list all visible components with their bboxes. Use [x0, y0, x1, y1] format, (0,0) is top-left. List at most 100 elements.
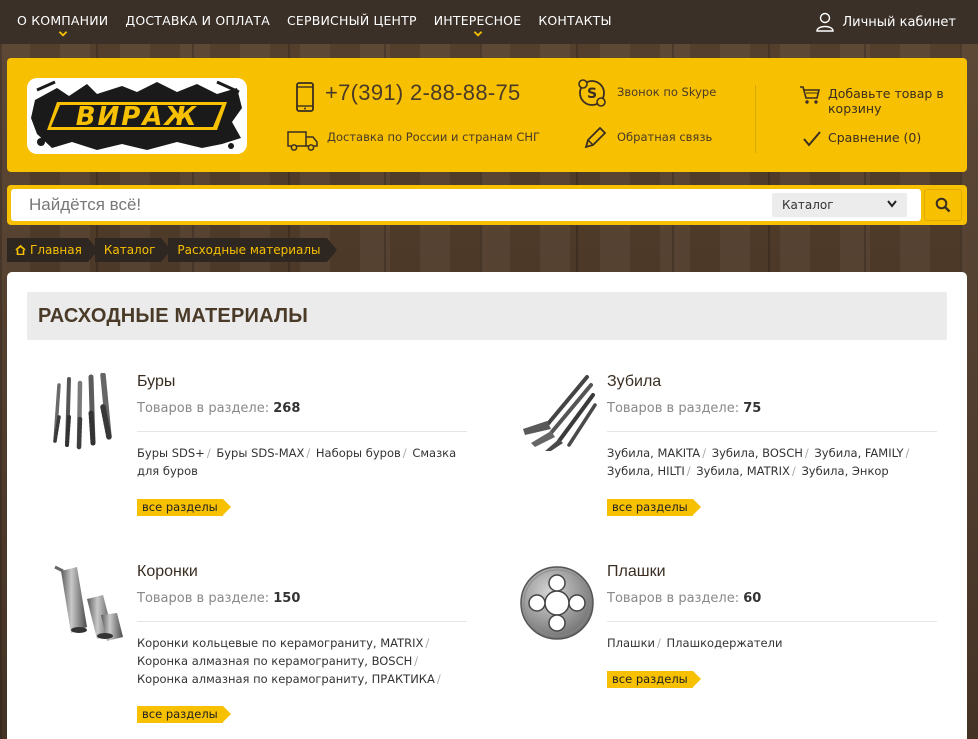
count-value: 60: [743, 591, 762, 606]
breadcrumb-label: Главная: [30, 243, 82, 257]
pen-icon: [584, 126, 607, 149]
delivery-info[interactable]: Доставка по России и странам СНГ: [327, 130, 540, 144]
nav-item-company[interactable]: О КОМПАНИИ: [17, 0, 108, 44]
subcategory-link[interactable]: Буры SDS-MAX: [216, 446, 304, 460]
divider: [137, 431, 467, 432]
subcategory-link[interactable]: Зубила, MAKITA: [607, 446, 700, 460]
breadcrumb-home[interactable]: Главная: [7, 238, 98, 262]
separator: /: [905, 446, 910, 460]
divider: [755, 85, 756, 153]
page-title: РАСХОДНЫЕ МАТЕРИАЛЫ: [38, 305, 308, 327]
all-sections-button[interactable]: все разделы: [137, 499, 231, 516]
checkmark-icon: [803, 131, 821, 147]
nav-item-interesting[interactable]: ИНТЕРЕСНОЕ: [434, 0, 522, 44]
separator: /: [657, 636, 661, 650]
category-select[interactable]: Каталог: [772, 193, 907, 217]
home-icon: [15, 245, 26, 255]
separator: /: [206, 446, 211, 460]
separator: /: [402, 446, 407, 460]
nav-item-contacts[interactable]: КОНТАКТЫ: [538, 0, 611, 44]
user-icon: [816, 12, 835, 32]
separator: /: [414, 654, 419, 668]
skype-call-link[interactable]: Звонок по Skype: [617, 85, 716, 99]
all-sections-button[interactable]: все разделы: [607, 671, 701, 688]
separator: /: [791, 464, 796, 478]
divider: [607, 431, 937, 432]
category-select-value: Каталог: [782, 198, 834, 212]
subcategory-link[interactable]: Коронка алмазная по керамограниту, BOSCH: [137, 654, 412, 668]
top-nav: О КОМПАНИИ ДОСТАВКА И ОПЛАТА СЕРВИСНЫЙ Ц…: [0, 0, 978, 44]
count-label: Товаров в разделе:: [137, 591, 270, 606]
search-icon: [935, 197, 951, 213]
main-content: РАСХОДНЫЕ МАТЕРИАЛЫ Буры Товаров в разде…: [7, 272, 967, 739]
category-name[interactable]: Коронки: [137, 563, 198, 581]
drill-bits-image[interactable]: [47, 373, 127, 453]
core-bits-image[interactable]: [47, 563, 127, 643]
nav-item-label: КОНТАКТЫ: [538, 13, 612, 28]
nav-item-label: ИНТЕРЕСНОЕ: [433, 13, 522, 28]
account-link[interactable]: Личный кабинет: [816, 0, 956, 44]
svg-text:ВИРАЖ: ВИРАЖ: [76, 102, 199, 132]
category-name[interactable]: Зубила: [607, 373, 661, 391]
count-value: 268: [273, 401, 301, 416]
subcategory-link[interactable]: Наборы буров: [316, 446, 401, 460]
svg-text:S: S: [587, 86, 597, 102]
chevron-down-icon: [473, 31, 482, 37]
count-label: Товаров в разделе:: [607, 401, 740, 416]
breadcrumb-catalog[interactable]: Каталог: [94, 238, 171, 262]
subcategory-link[interactable]: Зубила, HILTI: [607, 464, 685, 478]
subcategory-list: Коронки кольцевые по керамограниту, MATR…: [137, 634, 467, 688]
category-name[interactable]: Плашки: [607, 563, 666, 581]
subcategory-link[interactable]: Коронки кольцевые по керамограниту, MATR…: [137, 636, 423, 650]
divider: [607, 621, 937, 622]
separator: /: [425, 636, 430, 650]
subcategory-link[interactable]: Зубила, Энкор: [801, 464, 888, 478]
subcategory-list: Зубила, MAKITA / Зубила, BOSCH / Зубила, F…: [607, 444, 937, 480]
subcategory-link[interactable]: Зубила, MATRIX: [696, 464, 790, 478]
logo[interactable]: ВИРАЖ: [27, 78, 247, 154]
nav-item-delivery[interactable]: ДОСТАВКА И ОПЛАТА: [125, 0, 270, 44]
separator: /: [702, 446, 707, 460]
site-header: ВИРАЖ +7(391) 2-88-88-75 Доставка по Рос…: [7, 58, 967, 172]
compare-link[interactable]: Сравнение (0): [828, 130, 921, 145]
cart-link[interactable]: Добавьте товар в корзину: [828, 86, 953, 116]
category-count: Товаров в разделе: 75: [607, 401, 761, 416]
threading-die-image[interactable]: [517, 563, 597, 643]
subcategory-link[interactable]: Буры SDS+: [137, 446, 205, 460]
category-count: Товаров в разделе: 268: [137, 401, 300, 416]
subcategory-link[interactable]: Зубила, FAMILY: [814, 446, 903, 460]
all-sections-button[interactable]: все разделы: [137, 706, 231, 723]
subcategory-link[interactable]: Плашкодержатели: [667, 636, 783, 650]
nav-item-service[interactable]: СЕРВИСНЫЙ ЦЕНТР: [287, 0, 417, 44]
category-card: Коронки Товаров в разделе: 150 Коронки к…: [47, 563, 517, 733]
search-bar: Найдётся всё! Каталог: [7, 185, 967, 225]
search-button[interactable]: [924, 189, 962, 221]
chevron-down-icon: [887, 200, 897, 208]
account-label: Личный кабинет: [842, 14, 956, 30]
subcategory-link[interactable]: Плашки: [607, 636, 655, 650]
nav-item-label: ДОСТАВКА И ОПЛАТА: [125, 13, 270, 28]
category-count: Товаров в разделе: 150: [137, 591, 300, 606]
subcategory-list: Буры SDS+ / Буры SDS-MAX / Наборы буров / С…: [137, 444, 467, 480]
subcategory-link[interactable]: Зубила, BOSCH: [712, 446, 803, 460]
nav-item-label: О КОМПАНИИ: [17, 13, 109, 28]
count-label: Товаров в разделе:: [607, 591, 740, 606]
phone-number[interactable]: +7(391) 2-88-88-75: [325, 80, 521, 106]
separator: /: [436, 672, 441, 686]
subcategory-link[interactable]: Коронка алмазная по керамограниту, ПРАКТ…: [137, 672, 435, 686]
separator: /: [686, 464, 691, 478]
count-label: Товаров в разделе:: [137, 401, 270, 416]
truck-icon: [287, 131, 318, 151]
subcategory-list: Плашки / Плашкодержатели: [607, 634, 937, 652]
all-sections-button[interactable]: все разделы: [607, 499, 701, 516]
category-name[interactable]: Буры: [137, 373, 175, 391]
count-value: 150: [273, 591, 301, 606]
chisels-image[interactable]: [517, 373, 597, 453]
divider: [137, 621, 467, 622]
feedback-link[interactable]: Обратная связь: [617, 130, 712, 144]
count-value: 75: [743, 401, 762, 416]
page-title-bar: РАСХОДНЫЕ МАТЕРИАЛЫ: [27, 292, 947, 340]
category-card: Зубила Товаров в разделе: 75 Зубила, MAK…: [517, 373, 978, 523]
separator: /: [306, 446, 311, 460]
breadcrumb: Главная Каталог Расходные материалы: [7, 238, 337, 262]
